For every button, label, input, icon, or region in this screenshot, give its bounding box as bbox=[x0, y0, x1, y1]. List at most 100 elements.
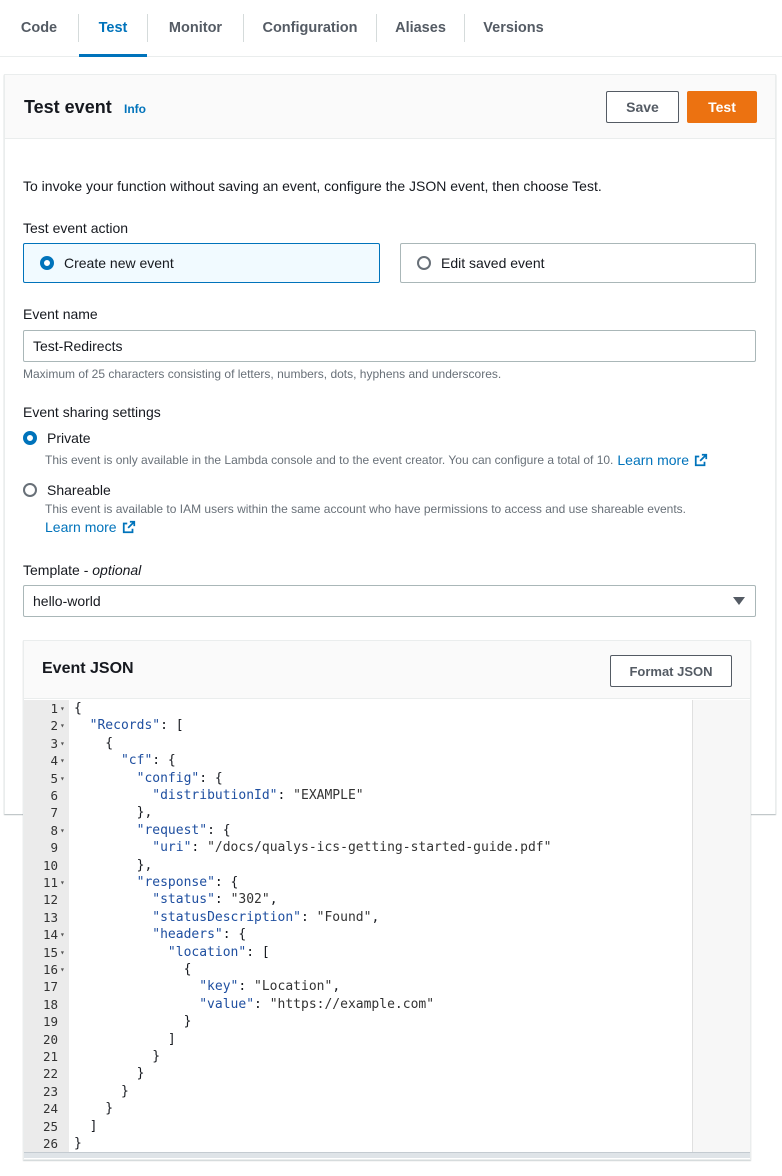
create-new-event-tile[interactable]: Create new event bbox=[23, 243, 380, 283]
tab-test[interactable]: Test bbox=[79, 0, 147, 57]
learn-more-text: Learn more bbox=[45, 519, 117, 535]
line-number: 6 bbox=[50, 788, 58, 803]
code-text: } bbox=[74, 1066, 145, 1082]
tab-aliases[interactable]: Aliases bbox=[377, 0, 464, 56]
tab-monitor[interactable]: Monitor bbox=[148, 0, 243, 56]
format-json-button[interactable]: Format JSON bbox=[610, 655, 732, 687]
code-text: "status": "302", bbox=[152, 892, 278, 908]
code-text: "key": "Location", bbox=[199, 979, 341, 995]
line-number: 11 bbox=[42, 875, 58, 890]
private-description: This event is only available in the Lamb… bbox=[45, 453, 614, 467]
test-button[interactable]: Test bbox=[687, 91, 757, 123]
private-learn-more-link[interactable]: Learn more bbox=[617, 452, 708, 468]
fold-toggle-icon[interactable]: ▾ bbox=[60, 770, 65, 787]
tab-bar: Code Test Monitor Configuration Aliases … bbox=[0, 0, 782, 57]
event-name-input[interactable] bbox=[23, 330, 756, 362]
code-text: } bbox=[74, 1136, 82, 1151]
fold-toggle-icon[interactable]: ▾ bbox=[60, 822, 65, 839]
code-text: "response": { bbox=[136, 875, 239, 890]
learn-more-text: Learn more bbox=[617, 452, 689, 468]
code-text: "location": [ bbox=[167, 944, 270, 960]
code-line: 10 }, bbox=[24, 857, 692, 874]
fold-toggle-icon[interactable]: ▾ bbox=[60, 944, 65, 961]
code-text: } bbox=[74, 1049, 161, 1064]
panel-title: Test event bbox=[24, 97, 112, 117]
code-text: "value": "https://example.com" bbox=[199, 996, 435, 1012]
external-link-icon bbox=[694, 453, 708, 467]
code-text: "Records": [ bbox=[89, 718, 184, 734]
fold-toggle-icon[interactable]: ▾ bbox=[60, 961, 65, 978]
code-line: 11 ▾ "response": { bbox=[24, 874, 692, 891]
info-link[interactable]: Info bbox=[124, 102, 146, 116]
code-line: 18 "value": "https://example.com" bbox=[24, 996, 692, 1013]
edit-saved-event-radio[interactable] bbox=[417, 256, 431, 270]
event-json-title: Event JSON bbox=[42, 660, 134, 677]
code-text: "statusDescription": "Found", bbox=[152, 909, 380, 925]
edit-saved-event-tile[interactable]: Edit saved event bbox=[400, 243, 756, 283]
code-line: 12 "status": "302", bbox=[24, 891, 692, 908]
template-select[interactable]: hello-world bbox=[23, 585, 756, 617]
line-number: 12 bbox=[42, 892, 58, 908]
code-text: "uri": "/docs/qualys-ics-getting-started… bbox=[152, 840, 552, 856]
code-text: ] bbox=[74, 1118, 98, 1134]
fold-toggle-icon[interactable]: ▾ bbox=[60, 926, 65, 943]
fold-toggle-icon[interactable]: ▾ bbox=[60, 752, 65, 769]
code-text: ] bbox=[74, 1031, 176, 1047]
line-number: 10 bbox=[42, 857, 58, 873]
code-line: 4 ▾ "cf": { bbox=[24, 752, 692, 769]
code-line: 16 ▾ { bbox=[24, 961, 692, 978]
shareable-learn-more-link[interactable]: Learn more bbox=[45, 519, 136, 535]
fold-toggle-icon[interactable]: ▾ bbox=[60, 717, 65, 734]
fold-toggle-icon[interactable]: ▾ bbox=[60, 735, 65, 752]
editor-scroll-strip[interactable] bbox=[692, 700, 750, 1158]
line-number: 3 bbox=[50, 735, 58, 751]
line-number: 14 bbox=[42, 927, 58, 943]
code-line: 3 ▾ { bbox=[24, 735, 692, 752]
code-line: 9 "uri": "/docs/qualys-ics-getting-start… bbox=[24, 839, 692, 856]
code-text: "distributionId": "EXAMPLE" bbox=[152, 788, 364, 803]
description-text: To invoke your function without saving a… bbox=[23, 178, 602, 194]
shareable-radio[interactable] bbox=[23, 483, 37, 497]
tab-versions[interactable]: Versions bbox=[465, 0, 562, 56]
shareable-option[interactable]: Shareable bbox=[23, 482, 111, 498]
code-text: } bbox=[74, 1014, 192, 1030]
tab-configuration[interactable]: Configuration bbox=[244, 0, 376, 56]
caret-down-icon bbox=[733, 597, 745, 605]
line-number: 15 bbox=[42, 944, 58, 960]
code-line: 22 } bbox=[24, 1065, 692, 1082]
line-number: 9 bbox=[50, 840, 58, 856]
line-number: 5 bbox=[50, 770, 58, 786]
json-code-editor[interactable]: 1 ▾{2 ▾ "Records": [3 ▾ {4 ▾ "cf": {5 ▾ "conf… bbox=[24, 700, 750, 1158]
template-label-text: Template - bbox=[23, 562, 93, 578]
code-line: 8 ▾ "request": { bbox=[24, 822, 692, 839]
code-text: { bbox=[74, 962, 192, 977]
code-line: 13 "statusDescription": "Found", bbox=[24, 909, 692, 926]
private-option[interactable]: Private bbox=[23, 430, 91, 446]
code-text: "headers": { bbox=[152, 927, 247, 943]
code-line: 23 } bbox=[24, 1083, 692, 1100]
fold-toggle-icon[interactable]: ▾ bbox=[60, 700, 65, 717]
edit-saved-event-label: Edit saved event bbox=[441, 255, 545, 271]
line-number: 22 bbox=[42, 1066, 58, 1082]
line-number: 20 bbox=[42, 1031, 58, 1047]
horizontal-scrollbar[interactable] bbox=[24, 1152, 750, 1158]
panel-header: Test event Info Save Test bbox=[5, 75, 775, 139]
event-name-label: Event name bbox=[23, 306, 98, 322]
code-text: { bbox=[74, 701, 82, 716]
template-select-value: hello-world bbox=[33, 593, 101, 609]
create-new-event-radio[interactable] bbox=[40, 256, 54, 270]
event-json-header: Event JSON Format JSON bbox=[24, 641, 750, 699]
code-line: 14 ▾ "headers": { bbox=[24, 926, 692, 943]
save-button[interactable]: Save bbox=[606, 91, 679, 123]
code-line: 20 ] bbox=[24, 1031, 692, 1048]
private-radio[interactable] bbox=[23, 431, 37, 445]
code-line: 7 }, bbox=[24, 804, 692, 821]
private-label: Private bbox=[47, 430, 91, 446]
line-number: 24 bbox=[42, 1101, 58, 1117]
fold-toggle-icon[interactable]: ▾ bbox=[60, 874, 65, 891]
line-number: 18 bbox=[42, 996, 58, 1012]
create-new-event-label: Create new event bbox=[64, 255, 174, 271]
tab-code[interactable]: Code bbox=[0, 0, 78, 56]
test-event-action-label: Test event action bbox=[23, 220, 129, 236]
code-line: 21 } bbox=[24, 1048, 692, 1065]
